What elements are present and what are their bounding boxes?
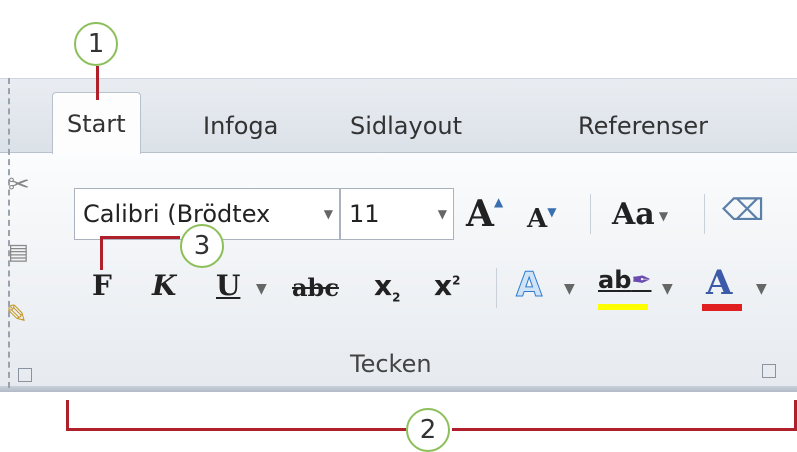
bold-button[interactable]: F: [92, 272, 112, 300]
font-name-value: Calibri (Brödtex: [83, 200, 271, 228]
font-color-bar: [702, 304, 742, 311]
italic-button[interactable]: K: [152, 272, 176, 300]
tab-referenser[interactable]: Referenser: [578, 100, 708, 152]
highlight-color-bar: [598, 304, 648, 310]
grow-font-label: A: [466, 193, 494, 235]
chevron-down-icon[interactable]: ▼: [756, 282, 767, 296]
shrink-font-label: A: [527, 204, 548, 234]
grow-font-button[interactable]: A▲: [466, 196, 503, 232]
subscript-label: x: [374, 269, 393, 302]
dashed-boundary: [8, 78, 10, 388]
callout-2-bracket-bottom-right: [452, 428, 797, 431]
callout-1-line: [96, 66, 99, 100]
subscript-mark: 2: [392, 290, 401, 305]
underline-button[interactable]: U: [216, 272, 240, 300]
chevron-down-icon[interactable]: ▼: [564, 282, 575, 296]
tab-start[interactable]: Start: [52, 92, 141, 154]
clipboard-launcher-icon[interactable]: [18, 368, 32, 382]
font-dialog-launcher-icon[interactable]: [762, 364, 776, 378]
highlight-button[interactable]: ab✒: [598, 268, 651, 292]
separator: [704, 194, 705, 234]
strikethrough-button[interactable]: abc: [292, 276, 339, 300]
superscript-label: x: [434, 269, 453, 302]
chevron-down-icon[interactable]: ▼: [324, 189, 333, 239]
superscript-button[interactable]: x2: [434, 272, 460, 300]
text-effects-button[interactable]: A: [515, 268, 542, 303]
separator: [590, 194, 591, 234]
chevron-down-icon[interactable]: ▼: [438, 189, 447, 239]
change-case-button[interactable]: Aa ▼: [612, 200, 668, 230]
callout-2: 2: [406, 408, 450, 452]
superscript-mark: 2: [452, 273, 461, 288]
tab-infoga[interactable]: Infoga: [203, 100, 278, 152]
cut-icon[interactable]: ✂: [8, 170, 30, 200]
separator: [496, 268, 497, 308]
tab-sidlayout[interactable]: Sidlayout: [350, 100, 462, 152]
callout-1: 1: [74, 22, 118, 66]
chevron-down-icon[interactable]: ▼: [256, 282, 267, 296]
subscript-button[interactable]: x2: [374, 272, 400, 304]
font-color-button[interactable]: A: [706, 266, 732, 300]
callout-3-line-v: [100, 236, 103, 270]
callout-2-bracket-left: [66, 400, 69, 430]
callout-3: 3: [180, 224, 224, 268]
ribbon-bottom-edge: [0, 386, 797, 392]
format-painter-icon[interactable]: ✎: [6, 300, 28, 330]
font-size-value: 11: [349, 200, 380, 228]
shrink-font-button[interactable]: A▼: [527, 206, 556, 232]
chevron-down-icon[interactable]: ▼: [662, 282, 673, 296]
change-case-label: Aa: [612, 197, 655, 232]
copy-icon[interactable]: ▤: [8, 240, 29, 265]
callout-3-line-h: [100, 236, 180, 239]
font-size-combo[interactable]: 11 ▼: [340, 188, 454, 240]
callout-2-bracket-bottom-left: [66, 428, 406, 431]
highlight-label: ab: [598, 266, 632, 294]
clear-formatting-icon[interactable]: ⌫: [722, 196, 764, 226]
group-label-tecken: Tecken: [350, 350, 432, 378]
